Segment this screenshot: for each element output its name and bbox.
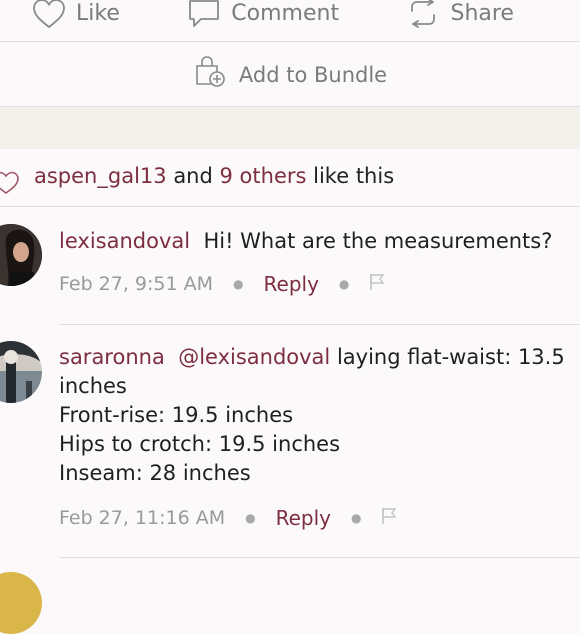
share-label: Share [450, 1, 514, 26]
comment-text-line: inches [59, 374, 127, 398]
others-likes-link[interactable]: 9 others [220, 164, 307, 188]
likes-and-text: and [173, 164, 213, 188]
comment-meta: Feb 27, 11:16 AM ● Reply ● [59, 506, 397, 530]
heart-outline-icon [32, 0, 66, 29]
comment-username-link[interactable]: lexisandoval [59, 229, 190, 253]
liker-username-link[interactable]: aspen_gal13 [34, 164, 167, 188]
comment-username-link[interactable]: sararonna [59, 345, 165, 369]
reply-button[interactable]: Reply [276, 506, 331, 530]
comment-meta: Feb 27, 9:51 AM ● Reply ● [59, 272, 385, 296]
flag-icon[interactable] [381, 507, 397, 530]
separator-dot: ● [351, 511, 362, 525]
comment-timestamp: Feb 27, 11:16 AM [59, 507, 226, 529]
share-arrows-icon [406, 0, 440, 29]
bag-plus-icon [193, 56, 227, 93]
comment-text-line: Front-rise: 19.5 inches [59, 403, 294, 427]
avatar[interactable] [0, 224, 42, 286]
separator-dot: ● [233, 277, 244, 291]
share-button[interactable]: Share [406, 0, 514, 29]
comment-text-line: Hips to crotch: 19.5 inches [59, 432, 341, 456]
add-to-bundle-button[interactable]: Add to Bundle [0, 43, 580, 107]
comment-button[interactable]: Comment [187, 0, 339, 29]
comment-divider [59, 324, 580, 325]
section-separator [0, 107, 580, 149]
separator-dot: ● [338, 277, 350, 291]
speech-bubble-icon [187, 0, 221, 29]
action-bar: Like Comment Share [0, 0, 580, 42]
add-to-bundle-label: Add to Bundle [238, 62, 388, 87]
comment-text-line: Hi! What are the measurements? [203, 229, 553, 253]
like-button[interactable]: Like [32, 0, 120, 29]
likes-summary: aspen_gal13 and 9 others like this [0, 149, 580, 207]
comment-body: sararonna @lexisandoval laying flat-wais… [59, 343, 565, 488]
avatar[interactable] [0, 572, 42, 634]
likes-suffix-text: like this [313, 164, 395, 188]
like-label: Like [76, 1, 120, 26]
mention-link[interactable]: @lexisandoval [178, 345, 330, 369]
comment-body: lexisandoval Hi! What are the measuremen… [59, 227, 552, 256]
separator-dot: ● [245, 511, 256, 525]
reply-button[interactable]: Reply [264, 272, 319, 296]
avatar[interactable] [0, 341, 42, 403]
comment-divider [59, 557, 580, 558]
comment-text-line: laying flat-waist: 13.5 [336, 345, 565, 369]
flag-icon[interactable] [369, 273, 385, 296]
comment-text-line: Inseam: 28 inches [59, 461, 251, 485]
comment-label: Comment [231, 1, 340, 26]
comment-timestamp: Feb 27, 9:51 AM [59, 273, 214, 295]
heart-outline-icon [0, 171, 20, 200]
